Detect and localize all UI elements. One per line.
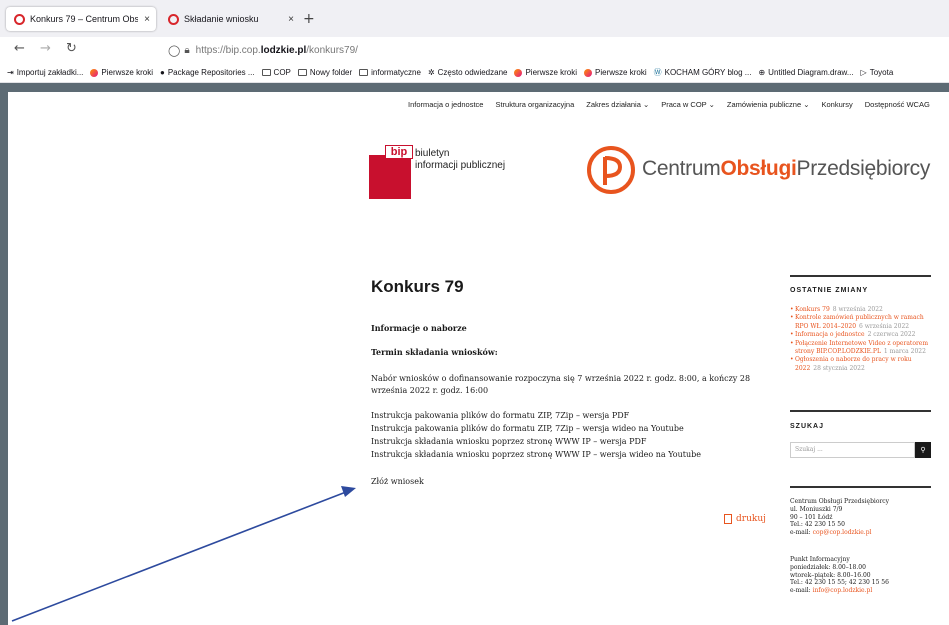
- annotation-arrow-icon: [11, 486, 356, 622]
